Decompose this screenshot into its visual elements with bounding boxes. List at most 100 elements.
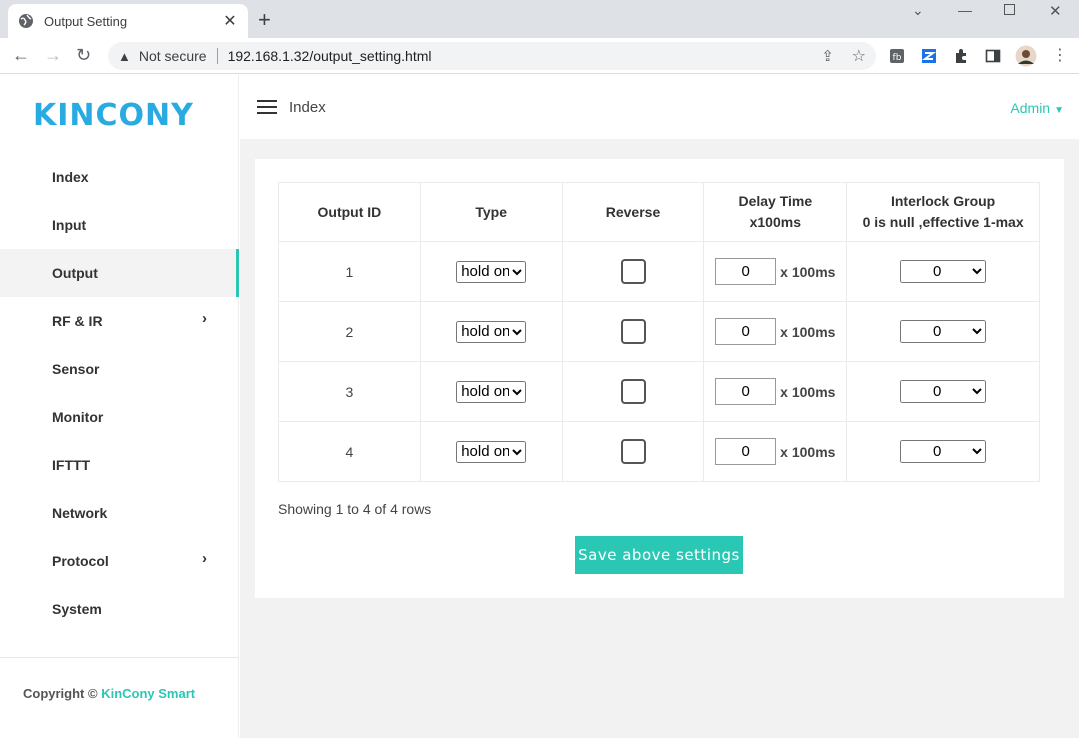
forward-arrow-icon[interactable]: →: [44, 46, 62, 64]
table-row: 3 hold on x 100ms 0: [278, 361, 1040, 422]
close-tab-icon[interactable]: ✕: [222, 11, 238, 31]
header-reverse: Reverse: [561, 182, 705, 242]
hamburger-menu-icon[interactable]: [257, 100, 277, 114]
sidebar-item-index[interactable]: Index: [0, 153, 239, 201]
copyright-brand-link[interactable]: KinCony Smart: [101, 686, 195, 701]
sidebar-footer: Copyright © KinCony Smart: [0, 657, 239, 701]
address-bar[interactable]: ▲ Not secure 192.168.1.32/output_setting…: [108, 42, 876, 70]
sidebar-item-label: Index: [52, 169, 89, 185]
reverse-checkbox[interactable]: [620, 379, 646, 404]
reverse-cell: [561, 421, 705, 482]
table-header-row: Output ID Type Reverse Delay Time x100ms …: [278, 182, 1040, 242]
warning-icon[interactable]: ▲: [118, 49, 131, 64]
bookmark-star-icon[interactable]: ☆: [852, 46, 866, 66]
maximize-icon[interactable]: [1004, 4, 1015, 15]
extensions-puzzle-icon[interactable]: [953, 48, 969, 64]
type-select[interactable]: hold on: [456, 260, 527, 283]
reload-icon[interactable]: ↻: [76, 46, 91, 64]
reverse-checkbox[interactable]: [620, 259, 646, 284]
not-secure-label[interactable]: Not secure: [139, 48, 207, 64]
header-interlock-line1: Interlock Group: [890, 193, 996, 209]
delay-cell: x 100ms: [703, 421, 848, 482]
minimize-icon[interactable]: —: [958, 2, 972, 18]
sidepanel-icon[interactable]: [985, 48, 1001, 64]
admin-dropdown[interactable]: Admin ▼: [1010, 100, 1064, 116]
delay-cell: x 100ms: [703, 241, 848, 302]
output-id-cell: 4: [278, 421, 421, 482]
output-id-cell: 3: [278, 361, 421, 422]
output-settings-card: Output ID Type Reverse Delay Time x100ms …: [255, 159, 1064, 598]
tab-title: Output Setting: [44, 13, 128, 29]
reverse-cell: [561, 241, 705, 302]
sidebar-item-ifttt[interactable]: IFTTT: [0, 441, 239, 489]
new-tab-icon[interactable]: +: [258, 9, 271, 31]
type-select[interactable]: hold on: [456, 320, 527, 343]
sidebar-item-protocol[interactable]: Protocol ›: [0, 537, 239, 585]
profile-avatar-icon[interactable]: [1015, 45, 1037, 67]
type-cell: hold on: [419, 241, 563, 302]
delay-unit-label: x 100ms: [780, 383, 836, 400]
delay-input[interactable]: [715, 378, 777, 405]
reverse-checkbox[interactable]: [620, 319, 646, 344]
window-close-icon[interactable]: ✕: [1049, 2, 1062, 20]
sidebar-item-monitor[interactable]: Monitor: [0, 393, 239, 441]
address-separator: [216, 48, 218, 64]
sidebar-item-label: Output: [52, 265, 98, 281]
interlock-group-select[interactable]: 0: [900, 320, 987, 343]
header-output-id: Output ID: [278, 182, 421, 242]
sidebar-item-output[interactable]: Output: [0, 249, 239, 297]
share-icon[interactable]: ⇪: [821, 47, 834, 65]
sidebar-item-label: Protocol: [52, 553, 109, 569]
delay-input[interactable]: [715, 318, 777, 345]
sidebar-item-network[interactable]: Network: [0, 489, 239, 537]
globe-icon: [19, 14, 33, 28]
output-id-cell: 2: [278, 301, 421, 362]
delay-input[interactable]: [715, 258, 777, 285]
sidebar-item-rf-ir[interactable]: RF & IR ›: [0, 297, 239, 345]
url-text[interactable]: 192.168.1.32/output_setting.html: [228, 48, 432, 64]
browser-menu-icon[interactable]: ⋮: [1052, 47, 1068, 65]
header-delay-time: Delay Time x100ms: [703, 182, 848, 242]
delay-cell: x 100ms: [703, 361, 848, 422]
browser-tabbar: Output Setting ✕ + ⌄ — ✕: [0, 0, 1079, 38]
kincony-logo[interactable]: KINCONY: [33, 98, 194, 133]
interlock-group-select[interactable]: 0: [900, 440, 987, 463]
interlock-cell: 0: [846, 301, 1040, 362]
sidebar-item-sensor[interactable]: Sensor: [0, 345, 239, 393]
type-select[interactable]: hold on: [456, 440, 527, 463]
extension-1-icon[interactable]: fb: [889, 48, 905, 64]
interlock-cell: 0: [846, 241, 1040, 302]
sidebar-item-label: Input: [52, 217, 87, 233]
table-row: 2 hold on x 100ms 0: [278, 301, 1040, 362]
chevron-right-icon: ›: [202, 310, 207, 327]
extension-2-icon[interactable]: [921, 48, 937, 64]
browser-tab[interactable]: Output Setting ✕: [8, 4, 248, 38]
copyright-text: Copyright ©: [23, 686, 98, 701]
table-row: 1 hold on x 100ms 0: [278, 241, 1040, 302]
type-select[interactable]: hold on: [456, 380, 527, 403]
sidebar-item-label: RF & IR: [52, 313, 103, 329]
reverse-checkbox[interactable]: [620, 439, 646, 464]
sidebar-item-system[interactable]: System: [0, 585, 239, 633]
sidebar-item-label: IFTTT: [52, 457, 91, 473]
interlock-group-select[interactable]: 0: [900, 260, 987, 283]
tab-search-icon[interactable]: ⌄: [912, 2, 924, 19]
type-cell: hold on: [419, 301, 563, 362]
type-cell: hold on: [419, 421, 563, 482]
delay-input[interactable]: [715, 438, 777, 465]
sidebar-item-label: Sensor: [52, 361, 100, 377]
interlock-cell: 0: [846, 361, 1040, 422]
pagination-info: Showing 1 to 4 of 4 rows: [278, 501, 432, 517]
delay-unit-label: x 100ms: [780, 323, 836, 340]
browser-toolbar: ← → ↻ ▲ Not secure 192.168.1.32/output_s…: [0, 38, 1079, 74]
interlock-group-select[interactable]: 0: [900, 380, 987, 403]
breadcrumb[interactable]: Index: [289, 99, 326, 116]
save-settings-button[interactable]: Save above settings: [575, 536, 743, 574]
sidebar: KINCONY Index Input Output RF & IR › Sens…: [0, 75, 239, 738]
header-type: Type: [419, 182, 563, 242]
output-settings-table: Output ID Type Reverse Delay Time x100ms …: [278, 182, 1040, 482]
back-arrow-icon[interactable]: ←: [12, 46, 30, 64]
delay-unit-label: x 100ms: [780, 263, 836, 280]
admin-label: Admin: [1010, 100, 1051, 116]
sidebar-item-input[interactable]: Input: [0, 201, 239, 249]
